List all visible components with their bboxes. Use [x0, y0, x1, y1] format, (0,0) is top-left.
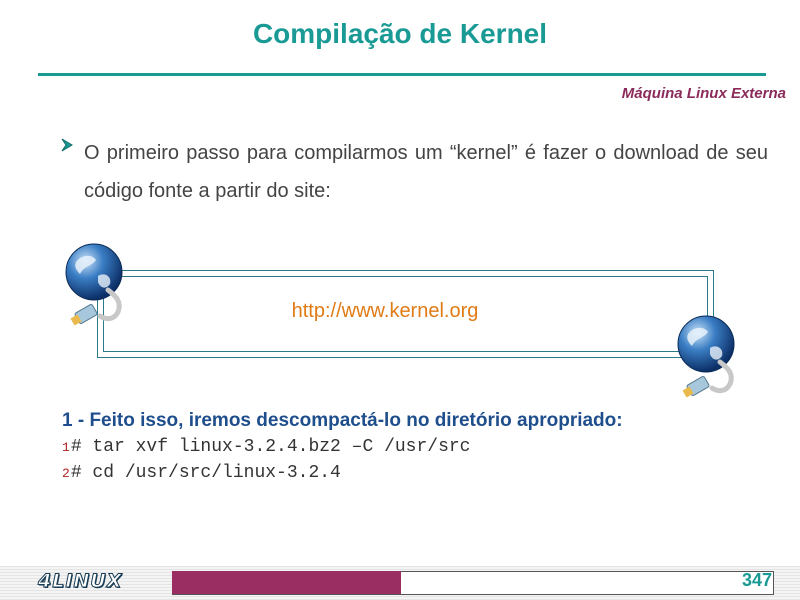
line-number: 2 [62, 466, 70, 481]
page-number: 347 [741, 570, 772, 590]
slide-subtitle: Máquina Linux Externa [621, 85, 786, 102]
code-line: 1# tar xvf linux-3.2.4.bz2 –C /usr/src [62, 437, 470, 457]
arrow-bullet-icon [61, 138, 73, 152]
footer-bar-accent [172, 571, 401, 594]
code-text: # cd /usr/src/linux-3.2.4 [70, 463, 341, 483]
4linux-logo: 4LINUX [37, 570, 123, 593]
line-number: 1 [62, 440, 70, 455]
globe-network-cable-icon [677, 315, 735, 398]
code-line: 2# cd /usr/src/linux-3.2.4 [62, 463, 341, 483]
bullet-text: O primeiro passo para compilarmos um “ke… [84, 142, 768, 202]
bullet-item: O primeiro passo para compilarmos um “ke… [60, 134, 768, 210]
title-divider [38, 73, 766, 76]
globe-network-cable-icon [65, 243, 123, 326]
kernel-org-link[interactable]: http://www.kernel.org [97, 300, 673, 323]
step-heading: 1 - Feito isso, iremos descompactá-lo no… [62, 410, 623, 431]
slide-title: Compilação de Kernel [252, 18, 548, 49]
code-text: # tar xvf linux-3.2.4.bz2 –C /usr/src [70, 437, 471, 457]
